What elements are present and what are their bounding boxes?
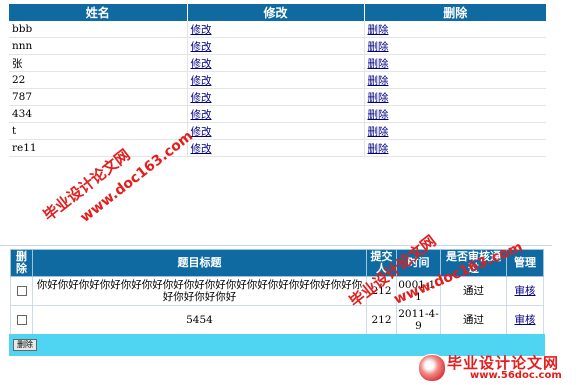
header-delete: 删除: [364, 4, 546, 21]
section-divider: [0, 245, 552, 246]
edit-link[interactable]: 修改: [191, 24, 212, 36]
review-link[interactable]: 审核: [515, 314, 536, 326]
row-select-checkbox[interactable]: [16, 286, 27, 296]
topic-time: 2011-4-9: [396, 305, 441, 335]
logo-disc-icon: [418, 354, 446, 382]
topic-submitter: 212: [366, 305, 397, 335]
watermark-logo: 毕业设计论文网 www.56doc.com: [418, 352, 582, 384]
user-name: nnn: [9, 37, 188, 55]
header-name: 姓名: [9, 4, 188, 21]
table-row: 5454 212 2011-4-9 通过 审核: [10, 305, 544, 335]
table-row: re11 修改 删除: [9, 139, 546, 157]
edit-link[interactable]: 修改: [191, 92, 212, 104]
delete-link[interactable]: 删除: [368, 126, 389, 138]
table-row: 你好你好你好你好你好你好你好你好你好你好你好你好你好你好你好你好你好你好你好 2…: [10, 276, 544, 306]
delete-link[interactable]: 删除: [368, 75, 389, 87]
edit-link[interactable]: 修改: [191, 41, 212, 53]
table-row: t 修改 删除: [9, 122, 546, 140]
row-select-checkbox[interactable]: [16, 315, 27, 325]
edit-link[interactable]: 修改: [191, 143, 212, 155]
table-row: 22 修改 删除: [9, 71, 546, 89]
header-edit: 修改: [187, 4, 365, 21]
user-name: 22: [9, 71, 188, 89]
edit-link[interactable]: 修改: [191, 109, 212, 121]
table-row: nnn 修改 删除: [9, 37, 546, 55]
table-row: bbb 修改 删除: [9, 21, 546, 38]
table-row: 434 修改 删除: [9, 105, 546, 123]
edit-link[interactable]: 修改: [191, 75, 212, 87]
user-table-header: 姓名 修改 删除: [9, 4, 546, 21]
delete-button[interactable]: 删除: [13, 339, 37, 351]
header-title: 题目标题: [32, 249, 367, 277]
delete-link[interactable]: 删除: [368, 143, 389, 155]
topic-title: 你好你好你好你好你好你好你好你好你好你好你好你好你好你好你好你好你好你好你好: [32, 276, 367, 306]
table-row: 787 修改 删除: [9, 88, 546, 106]
topic-title: 5454: [32, 305, 367, 335]
user-name: t: [9, 122, 188, 140]
user-name: 434: [9, 105, 188, 123]
logo-url: www.56doc.com: [470, 370, 562, 381]
edit-link[interactable]: 修改: [191, 126, 212, 138]
user-table: 姓名 修改 删除 bbb 修改 删除 nnn 修改 删除 张 修改 删除 22 …: [9, 4, 546, 157]
user-name: 787: [9, 88, 188, 106]
review-link[interactable]: 审核: [515, 285, 536, 297]
delete-link[interactable]: 删除: [368, 92, 389, 104]
delete-link[interactable]: 删除: [368, 109, 389, 121]
delete-link[interactable]: 删除: [368, 24, 389, 36]
delete-link[interactable]: 删除: [368, 58, 389, 70]
user-name: 张: [9, 54, 188, 72]
header-delete: 删除: [10, 249, 33, 277]
table-row: 张 修改 删除: [9, 54, 546, 72]
edit-link[interactable]: 修改: [191, 58, 212, 70]
delete-link[interactable]: 删除: [368, 41, 389, 53]
user-name: bbb: [9, 21, 188, 38]
topic-approved: 通过: [440, 305, 507, 335]
